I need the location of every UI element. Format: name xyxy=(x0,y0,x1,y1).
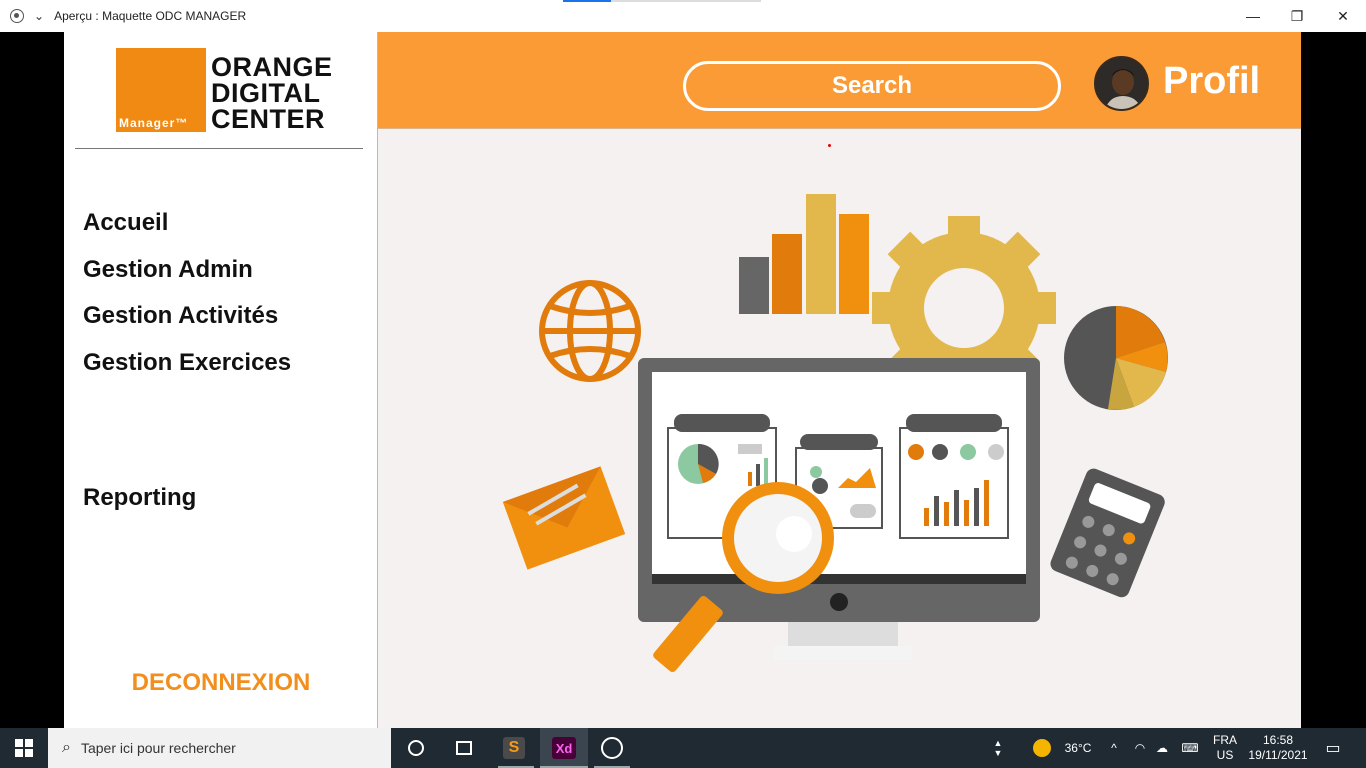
inactive-tab-indicator xyxy=(611,0,761,2)
sublime-text-icon[interactable]: S xyxy=(490,728,538,768)
notification-icon[interactable]: ▭ xyxy=(1318,728,1348,768)
top-header: Search Profil xyxy=(378,32,1301,129)
taskbar: ⌕ Taper ici pour rechercher S Xd ▲ ▼ 36°C… xyxy=(0,728,1366,768)
logo-badge: Manager™ xyxy=(119,116,189,130)
clock-time: 16:58 xyxy=(1262,733,1294,747)
envelope-icon xyxy=(502,466,626,570)
keyboard-icon[interactable]: ⌨ xyxy=(1176,728,1204,768)
clock[interactable]: 16:58 19/11/2021 xyxy=(1246,728,1310,768)
logo-text: ORANGE DIGITAL CENTER xyxy=(211,52,333,134)
calculator-icon xyxy=(1050,468,1165,598)
dashboard-illustration xyxy=(502,194,1168,673)
clock-date: 19/11/2021 xyxy=(1248,748,1308,762)
window-title: Aperçu : Maquette ODC MANAGER xyxy=(54,9,247,23)
language-indicator[interactable]: FRA US xyxy=(1210,728,1240,768)
sidebar: Manager™ ORANGE DIGITAL CENTER Accueil G… xyxy=(64,32,378,728)
app-icon xyxy=(10,9,24,23)
search-icon: ⌕ xyxy=(62,739,71,756)
logo-line-1: ORANGE xyxy=(211,52,333,82)
task-view-icon[interactable] xyxy=(440,728,488,768)
windows-logo-icon xyxy=(15,739,33,757)
logo-line-3: CENTER xyxy=(211,104,326,134)
weather-sun-icon[interactable] xyxy=(1030,728,1054,768)
scroll-arrows[interactable]: ▲ ▼ xyxy=(990,728,1006,768)
active-tab-indicator xyxy=(563,0,611,2)
language-bottom: US xyxy=(1216,748,1234,762)
search-input[interactable]: Search xyxy=(683,61,1061,111)
pie-chart-icon xyxy=(1064,306,1168,410)
windows-start-button[interactable] xyxy=(0,728,48,768)
photos-icon[interactable] xyxy=(588,728,636,768)
avatar[interactable] xyxy=(1094,56,1149,111)
cortana-icon[interactable] xyxy=(392,728,440,768)
nav-item-reporting[interactable]: Reporting xyxy=(83,484,196,512)
window-titlebar: ⌄ Aperçu : Maquette ODC MANAGER — ❐ ✕ xyxy=(0,0,1366,32)
nav-item-accueil[interactable]: Accueil xyxy=(83,209,168,237)
logo-line-2: DIGITAL xyxy=(211,78,321,108)
logout-button[interactable]: DECONNEXION xyxy=(64,669,378,697)
minimize-button[interactable]: — xyxy=(1230,0,1276,32)
profile-link[interactable]: Profil xyxy=(1163,60,1260,103)
logo-divider xyxy=(75,148,363,149)
nav-item-gestion-exercices[interactable]: Gestion Exercices xyxy=(83,349,291,377)
show-hidden-icons-chevron-up-icon[interactable]: ^ xyxy=(1104,728,1124,768)
chevron-down-icon[interactable]: ⌄ xyxy=(34,9,44,23)
taskbar-search-placeholder: Taper ici pour rechercher xyxy=(80,740,236,756)
language-top: FRA xyxy=(1213,733,1237,747)
network-icon[interactable]: ◠ xyxy=(1130,728,1150,768)
restore-button[interactable]: ❐ xyxy=(1274,0,1320,32)
taskbar-search[interactable]: ⌕ Taper ici pour rechercher xyxy=(48,728,391,768)
nav-item-gestion-admin[interactable]: Gestion Admin xyxy=(83,256,253,284)
nav-item-gestion-activites[interactable]: Gestion Activités xyxy=(83,302,278,330)
red-dot xyxy=(828,144,831,147)
globe-icon xyxy=(539,280,641,382)
dashboard-card-right xyxy=(899,414,1009,539)
temperature[interactable]: 36°C xyxy=(1058,728,1098,768)
bar-chart-icon xyxy=(739,194,869,314)
onedrive-icon[interactable]: ☁ xyxy=(1152,728,1172,768)
adobe-xd-icon[interactable]: Xd xyxy=(540,728,588,768)
logo-mark: Manager™ xyxy=(116,48,206,132)
close-button[interactable]: ✕ xyxy=(1320,0,1366,32)
main-content: Search Profil xyxy=(378,32,1301,728)
